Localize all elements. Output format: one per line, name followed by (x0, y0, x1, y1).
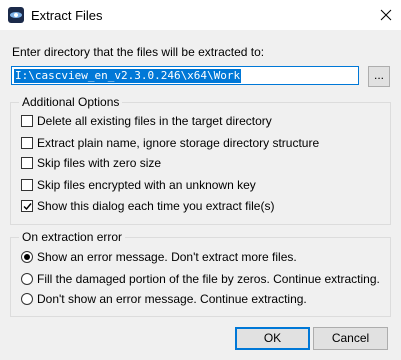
additional-options-title: Additional Options (19, 95, 123, 109)
checkbox-skip-encrypted[interactable] (21, 179, 33, 191)
checkbox-skip-zero-size[interactable] (21, 157, 33, 169)
checkmark-icon (23, 203, 32, 211)
error-options-title: On extraction error (19, 230, 126, 244)
directory-input[interactable]: I:\cascview_en_v2.3.0.246\x64\Work (11, 66, 359, 85)
app-icon (8, 7, 24, 23)
directory-label: Enter directory that the files will be e… (12, 45, 265, 59)
radio-label-show-error: Show an error message. Don't extract mor… (37, 250, 297, 264)
close-icon (380, 9, 392, 21)
option-label-delete-existing: Delete all existing files in the target … (37, 114, 272, 128)
checkbox-show-dialog[interactable] (21, 200, 33, 212)
directory-value: I:\cascview_en_v2.3.0.246\x64\Work (14, 69, 242, 83)
radio-label-no-error: Don't show an error message. Continue ex… (37, 292, 307, 306)
option-label-show-dialog: Show this dialog each time you extract f… (37, 199, 275, 213)
option-label-plain-name: Extract plain name, ignore storage direc… (37, 136, 320, 150)
radio-no-error[interactable] (21, 293, 33, 305)
ok-button[interactable]: OK (235, 327, 310, 350)
browse-button[interactable]: ... (368, 66, 390, 87)
checkbox-delete-existing[interactable] (21, 115, 33, 127)
close-button[interactable] (371, 0, 401, 30)
radio-show-error[interactable] (21, 251, 33, 263)
title-bar: Extract Files (0, 0, 401, 30)
checkbox-plain-name[interactable] (21, 137, 33, 149)
window-title: Extract Files (31, 8, 103, 23)
option-label-skip-encrypted: Skip files encrypted with an unknown key (37, 178, 256, 192)
radio-fill-zeros[interactable] (21, 273, 33, 285)
option-label-skip-zero-size: Skip files with zero size (37, 156, 162, 170)
radio-label-fill-zeros: Fill the damaged portion of the file by … (37, 272, 380, 286)
cancel-button[interactable]: Cancel (313, 327, 388, 350)
